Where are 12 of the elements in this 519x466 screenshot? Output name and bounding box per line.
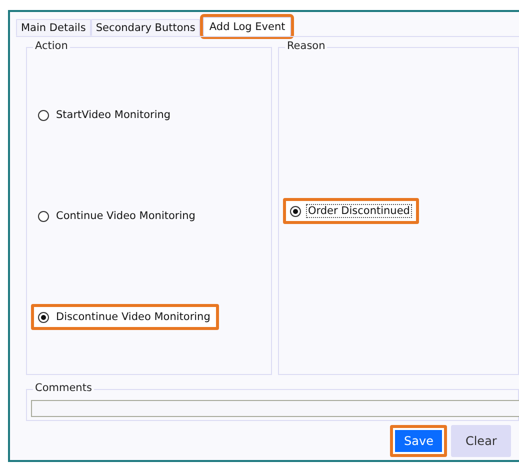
tab[interactable]: Secondary Buttons — [90, 19, 200, 36]
radio-option[interactable]: StartVideo Monitoring — [31, 102, 180, 128]
radio-option[interactable]: Discontinue Video Monitoring — [31, 304, 220, 330]
group-title: Reason — [284, 40, 328, 52]
tab[interactable]: Main Details — [16, 19, 91, 36]
group-title: Action — [33, 40, 70, 52]
action-button[interactable]: Clear — [451, 425, 511, 457]
radio-option[interactable]: Continue Video Monitoring — [31, 203, 204, 229]
group-title: Comments — [33, 382, 94, 394]
radio-option[interactable]: Order Discontinued — [282, 198, 419, 224]
tab[interactable]: Add Log Event — [203, 17, 292, 36]
action-button[interactable]: Save — [390, 425, 448, 457]
